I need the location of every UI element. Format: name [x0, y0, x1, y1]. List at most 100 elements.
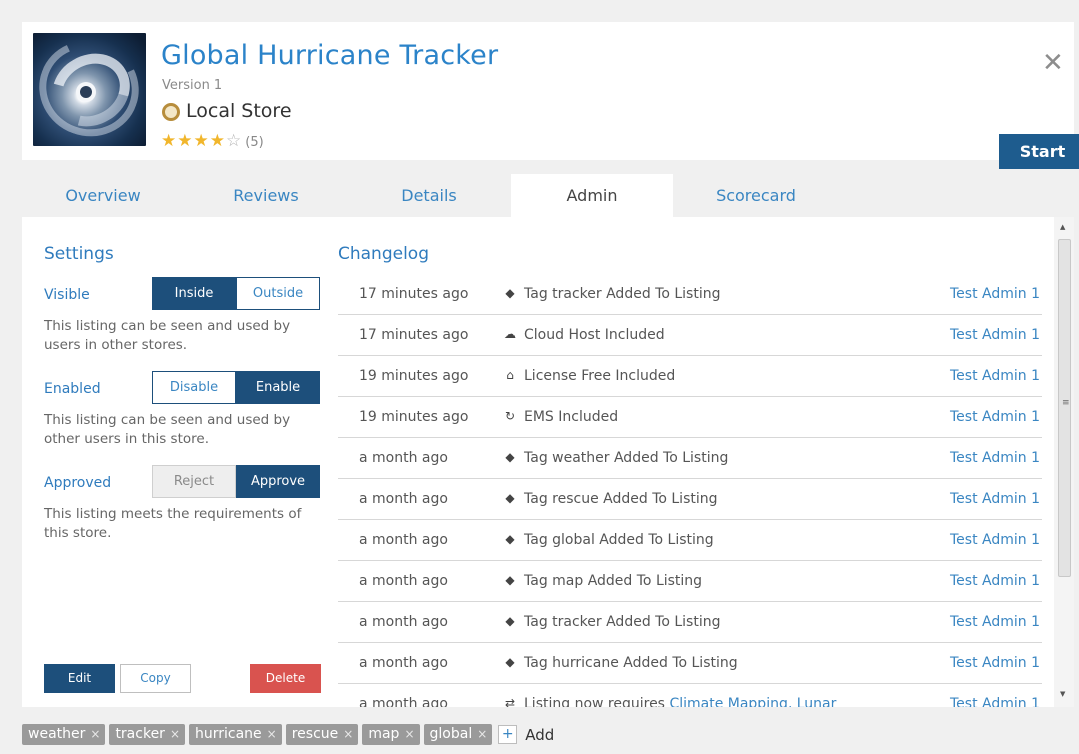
changelog-row: a month ago ⇄ Listing now requires Climate…: [338, 684, 1042, 707]
delete-button[interactable]: Delete: [250, 664, 321, 693]
changelog-time: a month ago: [359, 491, 448, 507]
changelog-user-link[interactable]: Test Admin 1: [950, 614, 1040, 630]
changelog-time: 17 minutes ago: [359, 286, 469, 302]
changelog-user-link[interactable]: Test Admin 1: [950, 286, 1040, 302]
changelog-row: a month ago ◆ Tag global Added To Listing T…: [338, 520, 1042, 561]
tag-icon: ◆: [505, 491, 515, 505]
tag-icon: ◆: [505, 286, 515, 300]
changelog-user-link[interactable]: Test Admin 1: [950, 532, 1040, 548]
tab-admin[interactable]: Admin: [511, 174, 673, 217]
tag-remove-icon[interactable]: ×: [90, 724, 100, 745]
tag-label: rescue: [291, 726, 339, 742]
rating-stars: ★★★★☆: [161, 131, 242, 151]
changelog-user-link[interactable]: Test Admin 1: [950, 696, 1040, 707]
visible-label: Visible: [44, 287, 90, 303]
changelog-user-link[interactable]: Test Admin 1: [950, 368, 1040, 384]
listing-thumbnail: [33, 33, 146, 146]
tag-icon: ◆: [505, 573, 515, 587]
changelog-user-link[interactable]: Test Admin 1: [950, 409, 1040, 425]
tag-remove-icon[interactable]: ×: [404, 724, 414, 745]
changelog-row: 19 minutes ago ↻ EMS Included Test Admin 1: [338, 397, 1042, 438]
changelog-message: Tag hurricane Added To Listing: [524, 655, 738, 671]
copy-button[interactable]: Copy: [120, 664, 191, 693]
tag-remove-icon[interactable]: ×: [267, 724, 277, 745]
ems-icon: ↻: [504, 409, 516, 423]
tag-label: map: [368, 726, 400, 742]
tab-bar: Overview Reviews Details Admin Scorecard: [22, 174, 1074, 217]
edit-button[interactable]: Edit: [44, 664, 115, 693]
requirement-icon: ⇄: [504, 696, 516, 707]
changelog-message: Listing now requires Climate Mapping, Lu…: [524, 696, 836, 707]
listing-dialog: Global Hurricane Tracker Version 1 Local…: [0, 0, 1079, 754]
changelog-time: 17 minutes ago: [359, 327, 469, 343]
approved-approve-option[interactable]: Approve: [236, 465, 320, 498]
tag-icon: ◆: [505, 614, 515, 628]
changelog-time: a month ago: [359, 614, 448, 630]
changelog-row: a month ago ◆ Tag rescue Added To Listing T…: [338, 479, 1042, 520]
tab-details[interactable]: Details: [348, 174, 510, 217]
visible-inside-option[interactable]: Inside: [152, 277, 236, 310]
approved-label: Approved: [44, 475, 112, 491]
tag-remove-icon[interactable]: ×: [477, 724, 487, 745]
requirement-link[interactable]: Climate Mapping, Lunar: [669, 696, 836, 707]
changelog-time: a month ago: [359, 450, 448, 466]
scroll-down-icon[interactable]: ▼: [1060, 690, 1065, 698]
tab-scorecard[interactable]: Scorecard: [674, 174, 838, 217]
tab-reviews[interactable]: Reviews: [184, 174, 348, 217]
enabled-label: Enabled: [44, 381, 101, 397]
add-tag-button[interactable]: +: [498, 725, 518, 744]
changelog-user-link[interactable]: Test Admin 1: [950, 655, 1040, 671]
tag-icon: ◆: [505, 450, 515, 464]
changelog-heading: Changelog: [338, 244, 430, 264]
tag-label: tracker: [115, 726, 165, 742]
tab-overview[interactable]: Overview: [22, 174, 184, 217]
changelog-message: Tag global Added To Listing: [524, 532, 714, 548]
changelog-row: a month ago ◆ Tag tracker Added To Listing…: [338, 602, 1042, 643]
listing-title: Global Hurricane Tracker: [161, 40, 499, 71]
changelog-message: Tag map Added To Listing: [524, 573, 703, 589]
changelog-user-link[interactable]: Test Admin 1: [950, 573, 1040, 589]
tag-chip: rescue ×: [285, 724, 359, 745]
changelog-message: Tag weather Added To Listing: [524, 450, 729, 466]
tag-remove-icon[interactable]: ×: [170, 724, 180, 745]
store-icon: [162, 103, 180, 121]
enabled-toggle: Disable Enable: [152, 371, 320, 404]
tag-label: weather: [28, 726, 86, 742]
tag-list: weather × tracker × hurricane × rescue × map × glo…: [22, 724, 554, 745]
settings-heading: Settings: [44, 244, 114, 264]
enabled-description: This listing can be seen and used by oth…: [44, 412, 291, 447]
star-empty-icon: ☆: [226, 131, 242, 151]
changelog-row: a month ago ◆ Tag weather Added To Listing…: [338, 438, 1042, 479]
changelog-time: a month ago: [359, 532, 448, 548]
enabled-disable-option[interactable]: Disable: [152, 371, 236, 404]
start-button[interactable]: Start: [999, 134, 1079, 169]
license-icon: ⌂: [506, 368, 514, 382]
changelog-time: a month ago: [359, 655, 448, 671]
changelog-user-link[interactable]: Test Admin 1: [950, 450, 1040, 466]
approved-reject-option[interactable]: Reject: [152, 465, 236, 498]
tag-remove-icon[interactable]: ×: [343, 724, 353, 745]
changelog-scrollbar[interactable]: ▲ ≡ ▼: [1054, 217, 1074, 707]
changelog-message: Tag tracker Added To Listing: [524, 286, 721, 302]
changelog-user-link[interactable]: Test Admin 1: [950, 327, 1040, 343]
tag-chip: weather ×: [22, 724, 106, 745]
scroll-up-icon[interactable]: ▲: [1060, 223, 1065, 231]
changelog-user-link[interactable]: Test Admin 1: [950, 491, 1040, 507]
changelog-row: a month ago ◆ Tag hurricane Added To Listi…: [338, 643, 1042, 684]
changelog-time: 19 minutes ago: [359, 368, 469, 384]
visible-toggle: Inside Outside: [152, 277, 320, 310]
changelog-time: 19 minutes ago: [359, 409, 469, 425]
close-icon[interactable]: ✕: [1042, 50, 1064, 76]
changelog-row: 17 minutes ago ◆ Tag tracker Added To List…: [338, 274, 1042, 315]
grip-icon: ≡: [1062, 398, 1070, 408]
scroll-thumb[interactable]: ≡: [1058, 239, 1071, 577]
enabled-enable-option[interactable]: Enable: [236, 371, 320, 404]
changelog-message-prefix: Listing now requires: [524, 696, 665, 707]
tag-icon: ◆: [505, 532, 515, 546]
tag-chip: map ×: [362, 724, 420, 745]
add-tag-label[interactable]: Add: [525, 726, 554, 744]
changelog-time: a month ago: [359, 573, 448, 589]
rating-count: (5): [245, 134, 264, 150]
star-filled-icon: ★: [193, 131, 209, 151]
visible-outside-option[interactable]: Outside: [236, 277, 320, 310]
